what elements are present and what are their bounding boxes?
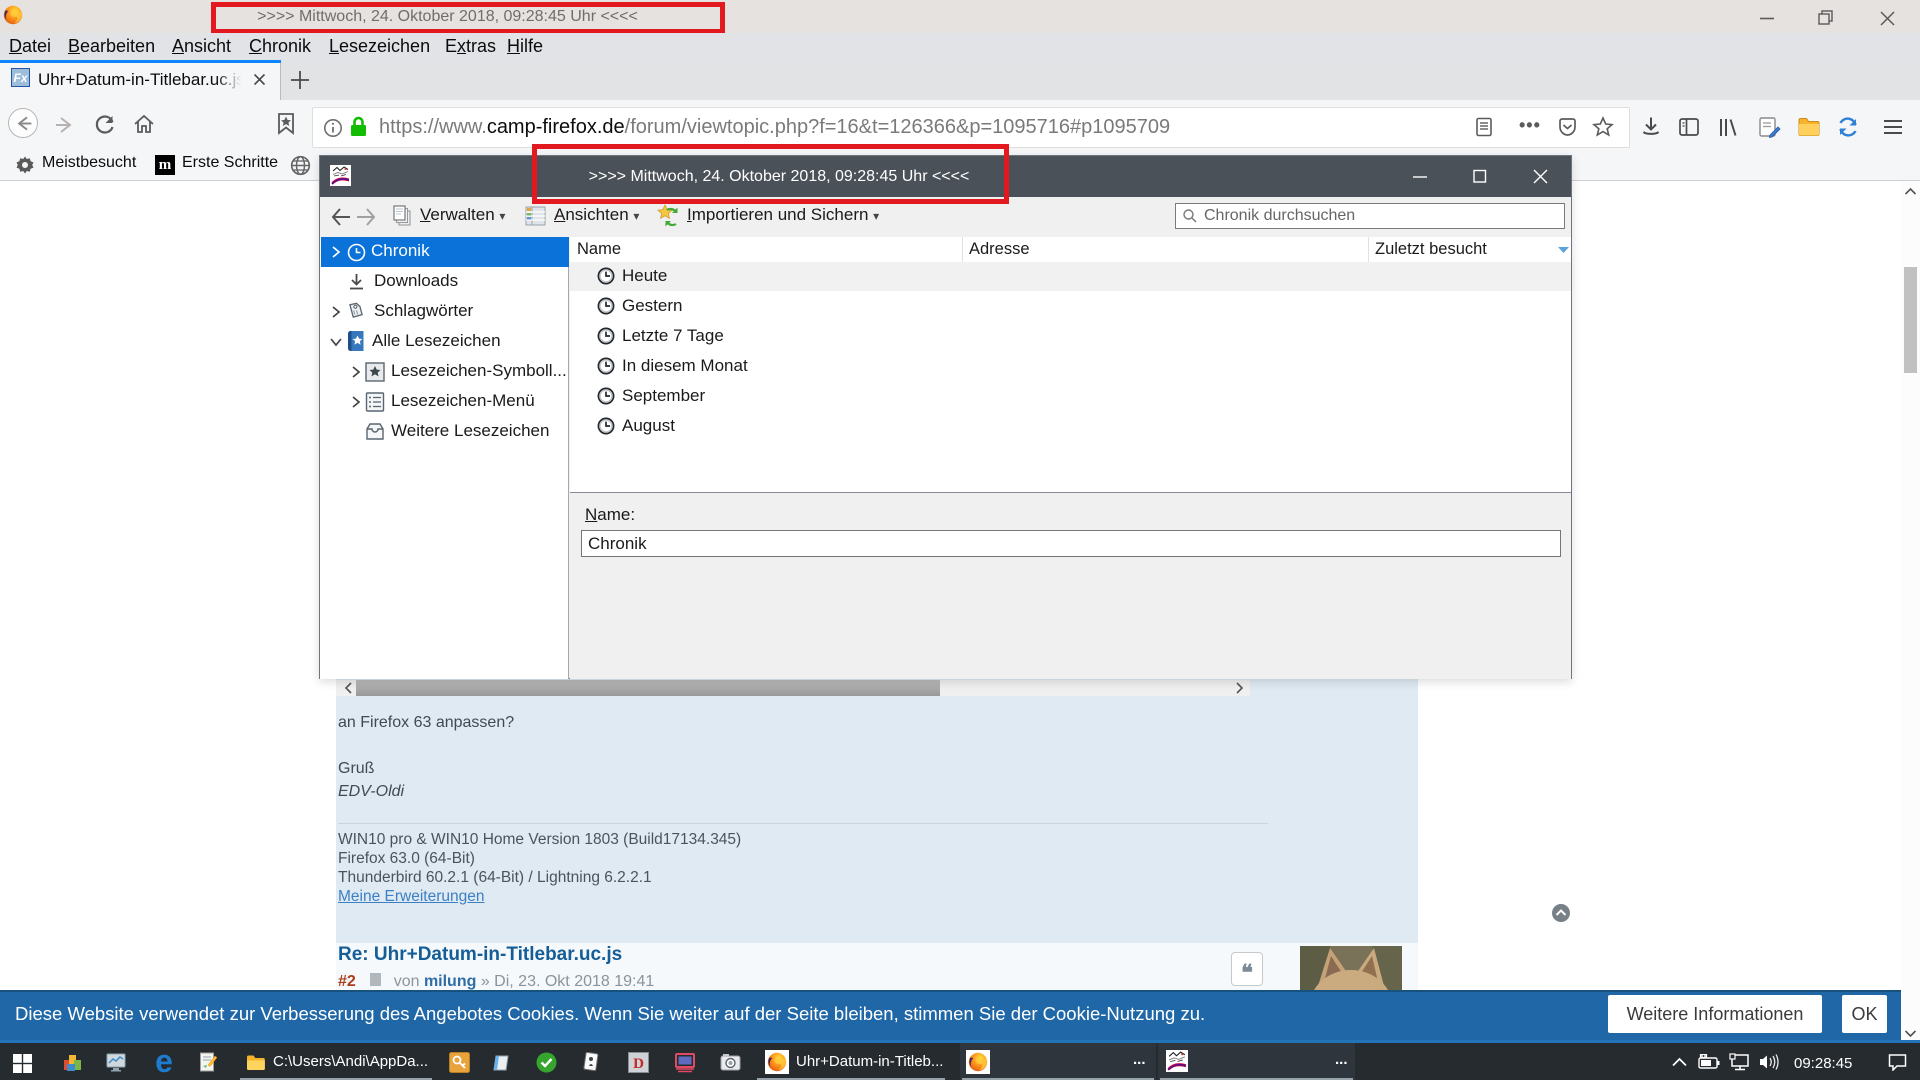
svg-text:D: D bbox=[633, 1056, 644, 1072]
svg-text:Fx: Fx bbox=[13, 71, 28, 85]
